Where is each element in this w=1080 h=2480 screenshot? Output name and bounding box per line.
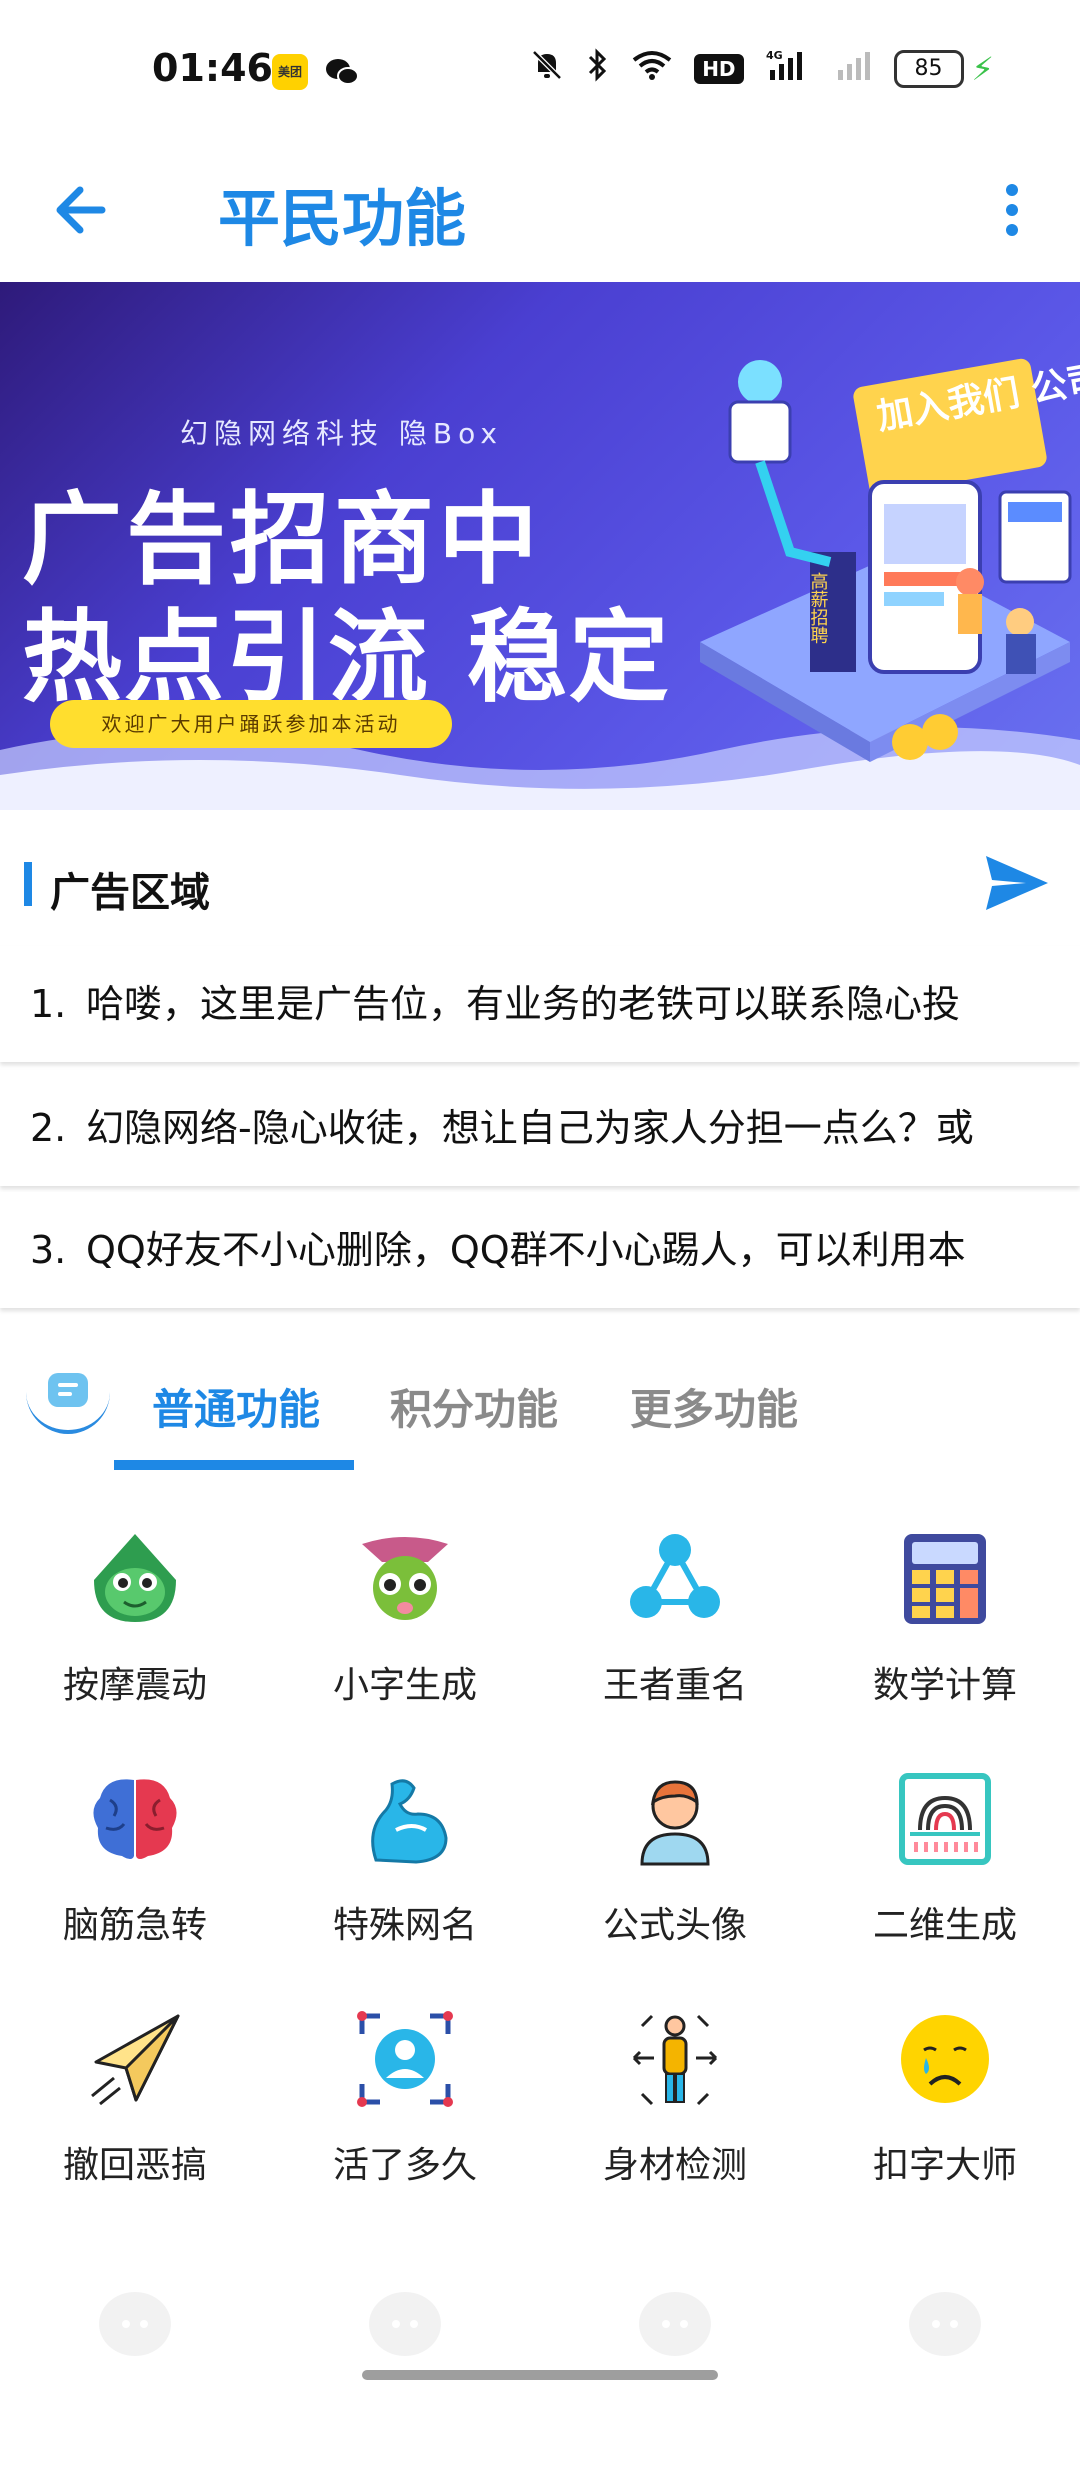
share-nodes-icon <box>630 1534 720 1618</box>
paper-plane-icon <box>91 2014 180 2106</box>
home-indicator[interactable] <box>362 2370 718 2380</box>
ad-section-accent-bar <box>24 862 32 906</box>
placeholder-ghost-icon <box>369 2292 441 2356</box>
svg-text:4G: 4G <box>766 49 783 62</box>
tab-points-features[interactable]: 积分功能 <box>390 1376 558 1437</box>
feature-item[interactable]: 王者重名 <box>540 1520 810 1740</box>
feature-item[interactable]: 小字生成 <box>270 1520 540 1740</box>
banner-subtitle: 幻隐网络科技 隐Box <box>180 417 503 450</box>
more-menu-icon[interactable] <box>990 170 1034 250</box>
fingerprint-scan-icon <box>899 1773 991 1865</box>
placeholder-ghost-icon <box>639 2292 711 2356</box>
frog-icon <box>94 1534 176 1622</box>
page-title: 平民功能 <box>218 182 467 255</box>
sad-face-icon <box>901 2015 989 2103</box>
feature-item[interactable]: 公式头像 <box>540 1760 810 1980</box>
feature-item[interactable]: 脑筋急转 <box>0 1760 270 1980</box>
placeholder-ghost-icon <box>909 2292 981 2356</box>
placeholder-ghost-icon <box>99 2292 171 2356</box>
meituan-notification-icon: 美团 <box>272 54 308 90</box>
feature-item[interactable]: 扣字大师 <box>810 2000 1080 2220</box>
battery-indicator: 85 <box>893 50 964 88</box>
ad-list-item[interactable]: 1. 哈喽，这里是广告位，有业务的老铁可以联系隐心投 <box>0 946 1080 1062</box>
feature-item[interactable]: 活了多久 <box>270 2000 540 2220</box>
ad-list-item[interactable]: 3. QQ好友不小心删除，QQ群不小心踢人，可以利用本 <box>0 1192 1080 1308</box>
app-toolbar: 平民功能 <box>0 140 1080 280</box>
signal2-icon <box>836 48 872 90</box>
back-arrow-icon[interactable] <box>52 170 122 250</box>
charging-icon: ⚡ <box>971 50 994 88</box>
feature-item[interactable]: 撤回恶搞 <box>0 2000 270 2220</box>
feature-item[interactable]: 特殊网名 <box>270 1760 540 1980</box>
send-icon[interactable] <box>982 848 1052 918</box>
promo-banner[interactable]: 幻隐网络科技 隐Box 广告招商中 热点引流 稳定 欢迎广大用户踊跃参加本活动 … <box>0 282 1080 810</box>
ad-list-item[interactable]: 2. 幻隐网络-隐心收徒，想让自己为家人分担一点么？或 <box>0 1070 1080 1186</box>
status-icons: HD 4G 85 ⚡ <box>530 48 994 90</box>
status-time: 01:46 <box>152 46 273 90</box>
banner-illustration: 加入我们 公司招聘 高薪招聘 <box>700 346 1080 762</box>
feature-item[interactable]: 按摩震动 <box>0 1520 270 1740</box>
brain-icon <box>93 1779 177 1859</box>
feature-item[interactable]: 身材检测 <box>540 2000 810 2220</box>
tab-normal-features[interactable]: 普通功能 <box>152 1376 320 1437</box>
wifi-icon <box>632 50 672 88</box>
tab-more-features[interactable]: 更多功能 <box>630 1376 798 1437</box>
muscle-icon <box>371 1779 448 1864</box>
hd-badge: HD <box>694 54 744 84</box>
person-avatar-icon <box>640 1780 710 1866</box>
feature-tabs: 普通功能 积分功能 更多功能 <box>0 1330 1080 1480</box>
banner-art-side: 高薪招聘 <box>808 572 829 644</box>
chat-bubble-icon <box>26 1350 110 1434</box>
status-bar: 01:46 美团 HD 4G 85 ⚡ <box>0 0 1080 140</box>
face-scan-icon <box>357 2011 453 2107</box>
feature-item[interactable]: 二维生成 <box>810 1760 1080 1980</box>
body-measure-icon <box>632 2014 718 2106</box>
ad-section-title: 广告区域 <box>50 870 210 916</box>
feature-placeholder <box>810 2260 1080 2480</box>
mute-bell-icon <box>530 48 564 90</box>
ad-section-header: 广告区域 <box>0 822 1080 942</box>
signal-icon: 4G <box>766 48 814 90</box>
feature-placeholder <box>0 2260 270 2480</box>
wechat-notification-icon <box>324 54 360 90</box>
calculator-icon <box>904 1534 986 1624</box>
alien-icon <box>362 1537 448 1620</box>
banner-pill: 欢迎广大用户踊跃参加本活动 <box>50 700 452 748</box>
feature-item[interactable]: 数学计算 <box>810 1520 1080 1740</box>
active-tab-indicator <box>114 1460 354 1470</box>
bluetooth-icon <box>586 48 610 90</box>
